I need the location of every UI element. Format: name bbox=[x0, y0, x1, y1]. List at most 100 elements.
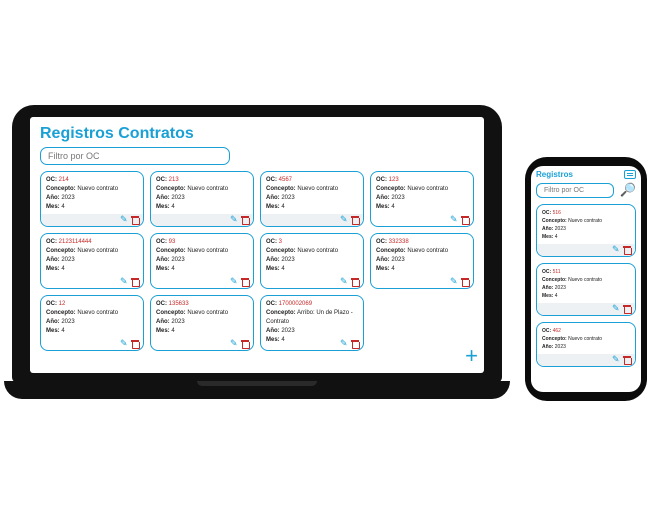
card-actions bbox=[340, 340, 359, 348]
edit-icon[interactable] bbox=[120, 278, 128, 286]
card-ano: Año: 2023 bbox=[376, 256, 468, 265]
edit-icon[interactable] bbox=[340, 278, 348, 286]
delete-icon[interactable] bbox=[351, 216, 359, 224]
card-concepto: Concepto: Nuevo contrato bbox=[156, 247, 248, 256]
delete-icon[interactable] bbox=[623, 305, 631, 313]
card-ano: Año: 2023 bbox=[156, 194, 248, 203]
contract-card[interactable]: OC: 332338Concepto: Nuevo contratoAño: 2… bbox=[370, 233, 474, 289]
card-ano: Año: 2023 bbox=[542, 284, 630, 292]
card-concepto: Concepto: Nuevo contrato bbox=[376, 185, 468, 194]
card-ano: Año: 2023 bbox=[542, 225, 630, 233]
contract-card[interactable]: OC: 214Concepto: Nuevo contratoAño: 2023… bbox=[40, 171, 144, 227]
delete-icon[interactable] bbox=[351, 278, 359, 286]
phone-screen: Registros Filtro por OC 🔍 OC: 516Concept… bbox=[531, 166, 641, 392]
contract-card[interactable]: OC: 93Concepto: Nuevo contratoAño: 2023M… bbox=[150, 233, 254, 289]
card-ano: Año: 2023 bbox=[542, 343, 630, 351]
search-icon[interactable]: 🔍 bbox=[620, 183, 636, 198]
card-actions bbox=[537, 244, 635, 256]
card-oc: OC: 12 bbox=[46, 300, 138, 309]
phone-search-row: Filtro por OC 🔍 bbox=[536, 183, 636, 198]
contract-card[interactable]: OC: 3Concepto: Nuevo contratoAño: 2023Me… bbox=[260, 233, 364, 289]
edit-icon[interactable] bbox=[612, 305, 620, 313]
card-ano: Año: 2023 bbox=[46, 256, 138, 265]
edit-icon[interactable] bbox=[450, 278, 458, 286]
contract-card[interactable]: OC: 12Concepto: Nuevo contratoAño: 2023M… bbox=[40, 295, 144, 351]
card-mes: Mes: 4 bbox=[266, 265, 358, 274]
delete-icon[interactable] bbox=[623, 356, 631, 364]
card-mes: Mes: 4 bbox=[542, 292, 630, 300]
card-ano: Año: 2023 bbox=[376, 194, 468, 203]
edit-icon[interactable] bbox=[450, 216, 458, 224]
search-input[interactable]: Filtro por OC bbox=[40, 147, 230, 165]
edit-icon[interactable] bbox=[340, 340, 348, 348]
card-actions bbox=[450, 278, 469, 286]
edit-icon[interactable] bbox=[230, 278, 238, 286]
search-row: Filtro por OC bbox=[40, 147, 474, 165]
card-oc: OC: 93 bbox=[156, 238, 248, 247]
delete-icon[interactable] bbox=[131, 216, 139, 224]
cards-grid: OC: 214Concepto: Nuevo contratoAño: 2023… bbox=[40, 171, 474, 351]
delete-icon[interactable] bbox=[623, 246, 631, 254]
edit-icon[interactable] bbox=[120, 340, 128, 348]
card-actions bbox=[340, 278, 359, 286]
card-concepto: Concepto: Nuevo contrato bbox=[266, 247, 358, 256]
phone-contract-card[interactable]: OC: 511Concepto: Nuevo contratoAño: 2023… bbox=[536, 263, 636, 316]
card-oc: OC: 2123114444 bbox=[46, 238, 138, 247]
card-actions bbox=[120, 340, 139, 348]
card-mes: Mes: 4 bbox=[376, 265, 468, 274]
card-actions bbox=[120, 278, 139, 286]
card-ano: Año: 2023 bbox=[46, 194, 138, 203]
card-ano: Año: 2023 bbox=[266, 194, 358, 203]
card-mes: Mes: 4 bbox=[46, 203, 138, 212]
card-actions bbox=[537, 354, 635, 366]
edit-icon[interactable] bbox=[230, 340, 238, 348]
card-oc: OC: 1700002069 bbox=[266, 300, 358, 309]
laptop-bezel: Registros Contratos Filtro por OC OC: 21… bbox=[12, 105, 502, 383]
edit-icon[interactable] bbox=[612, 356, 620, 364]
card-concepto: Concepto: Nuevo contrato bbox=[46, 309, 138, 318]
contract-card[interactable]: OC: 1700002069Concepto: Arribo: Un de Pl… bbox=[260, 295, 364, 351]
contract-card[interactable]: OC: 2123114444Concepto: Nuevo contratoAñ… bbox=[40, 233, 144, 289]
card-actions bbox=[230, 278, 249, 286]
card-concepto: Concepto: Nuevo contrato bbox=[542, 335, 630, 343]
page-title: Registros Contratos bbox=[40, 125, 474, 143]
delete-icon[interactable] bbox=[131, 278, 139, 286]
edit-icon[interactable] bbox=[340, 216, 348, 224]
card-mes: Mes: 4 bbox=[156, 265, 248, 274]
card-oc: OC: 4567 bbox=[266, 176, 358, 185]
card-oc: OC: 332338 bbox=[376, 238, 468, 247]
delete-icon[interactable] bbox=[241, 278, 249, 286]
edit-icon[interactable] bbox=[230, 216, 238, 224]
phone-search-input[interactable]: Filtro por OC bbox=[536, 183, 614, 198]
delete-icon[interactable] bbox=[241, 340, 249, 348]
laptop-notch bbox=[197, 381, 317, 386]
card-mes: Mes: 4 bbox=[542, 233, 630, 241]
card-oc: OC: 516 bbox=[542, 209, 630, 217]
edit-icon[interactable] bbox=[120, 216, 128, 224]
delete-icon[interactable] bbox=[241, 216, 249, 224]
card-mes: Mes: 4 bbox=[46, 265, 138, 274]
delete-icon[interactable] bbox=[461, 278, 469, 286]
delete-icon[interactable] bbox=[131, 340, 139, 348]
phone-cards-list: OC: 516Concepto: Nuevo contratoAño: 2023… bbox=[536, 204, 636, 367]
contract-card[interactable]: OC: 4567Concepto: Nuevo contratoAño: 202… bbox=[260, 171, 364, 227]
contract-card[interactable]: OC: 135633Concepto: Nuevo contratoAño: 2… bbox=[150, 295, 254, 351]
card-actions bbox=[151, 214, 253, 226]
delete-icon[interactable] bbox=[461, 216, 469, 224]
contract-card[interactable]: OC: 213Concepto: Nuevo contratoAño: 2023… bbox=[150, 171, 254, 227]
phone-contract-card[interactable]: OC: 462Concepto: Nuevo contratoAño: 2023 bbox=[536, 322, 636, 367]
phone-contract-card[interactable]: OC: 516Concepto: Nuevo contratoAño: 2023… bbox=[536, 204, 636, 257]
card-concepto: Concepto: Nuevo contrato bbox=[542, 276, 630, 284]
card-oc: OC: 511 bbox=[542, 268, 630, 276]
card-ano: Año: 2023 bbox=[266, 256, 358, 265]
laptop-screen: Registros Contratos Filtro por OC OC: 21… bbox=[30, 117, 484, 373]
menu-icon[interactable] bbox=[624, 170, 636, 179]
add-button[interactable]: + bbox=[465, 345, 478, 367]
edit-icon[interactable] bbox=[612, 246, 620, 254]
card-concepto: Concepto: Nuevo contrato bbox=[46, 247, 138, 256]
card-mes: Mes: 4 bbox=[376, 203, 468, 212]
contract-card[interactable]: OC: 123Concepto: Nuevo contratoAño: 2023… bbox=[370, 171, 474, 227]
card-mes: Mes: 4 bbox=[156, 327, 248, 336]
delete-icon[interactable] bbox=[351, 340, 359, 348]
card-mes: Mes: 4 bbox=[266, 203, 358, 212]
